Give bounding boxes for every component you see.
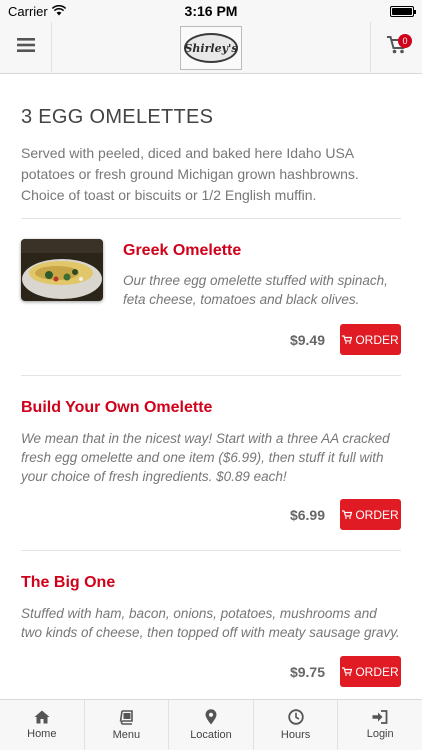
wifi-icon <box>51 4 66 19</box>
carrier-label: Carrier <box>8 3 48 19</box>
item-price: $6.99 <box>289 507 325 523</box>
cart-count-badge: 0 <box>398 33 412 48</box>
cart-button[interactable]: 0 <box>370 21 422 74</box>
tab-label: Menu <box>112 728 141 741</box>
status-left: Carrier <box>8 4 66 19</box>
cart-icon <box>342 665 353 679</box>
map-pin-icon <box>205 709 217 725</box>
tab-hours[interactable]: Hours <box>254 700 339 750</box>
item-name[interactable]: Build Your Own Omelette <box>21 399 212 417</box>
tab-menu[interactable]: Menu <box>85 700 170 750</box>
item-price: $9.49 <box>289 332 325 348</box>
greek-omelette-photo[interactable] <box>21 239 103 301</box>
item-description: Stuffed with ham, bacon, onions, potatoe… <box>21 606 400 640</box>
tab-label: Hours <box>280 729 311 741</box>
tab-login[interactable]: Login <box>338 700 422 750</box>
item-name[interactable]: Greek Omelette <box>123 242 241 260</box>
divider <box>21 218 401 219</box>
item-price: $9.75 <box>289 664 325 680</box>
order-button-label: ORDER <box>355 507 399 522</box>
section-title: 3 EGG OMELETTES <box>21 106 214 128</box>
divider <box>21 375 401 376</box>
logo[interactable]: Shirley's <box>180 26 242 70</box>
divider <box>21 550 401 551</box>
tab-bar: Home Menu Location Hours Login <box>0 699 422 750</box>
tab-label: Location <box>190 729 232 741</box>
order-button-label: ORDER <box>355 332 399 347</box>
login-icon <box>372 710 388 724</box>
nav-bar: Shirley's 0 <box>0 21 422 74</box>
menu-toggle-button[interactable] <box>0 21 52 74</box>
item-name[interactable]: The Big One <box>21 574 115 592</box>
order-button[interactable]: ORDER <box>340 499 401 530</box>
hamburger-icon <box>16 38 35 57</box>
section-description: Served with peeled, diced and baked here… <box>21 145 359 203</box>
book-icon <box>119 709 134 725</box>
order-button-label: ORDER <box>355 664 399 679</box>
menu-content[interactable]: 3 EGG OMELETTES Served with peeled, dice… <box>0 75 422 699</box>
tab-home[interactable]: Home <box>0 700 85 750</box>
tab-label: Login <box>366 728 394 740</box>
cart-icon <box>342 508 353 522</box>
cart-icon <box>342 333 353 347</box>
item-description: Our three egg omelette stuffed with spin… <box>123 273 388 307</box>
battery-icon <box>390 5 416 17</box>
clock-icon <box>287 709 304 725</box>
order-button[interactable]: ORDER <box>340 324 401 355</box>
status-bar: Carrier 3:16 PM <box>0 0 422 22</box>
logo-frame: Shirley's <box>180 26 242 70</box>
home-icon <box>34 710 50 724</box>
tab-location[interactable]: Location <box>169 700 254 750</box>
order-button[interactable]: ORDER <box>340 656 401 687</box>
item-description: We mean that in the nicest way! Start wi… <box>21 431 390 484</box>
logo-mark: Shirley's <box>184 33 238 63</box>
tab-label: Home <box>27 728 57 740</box>
